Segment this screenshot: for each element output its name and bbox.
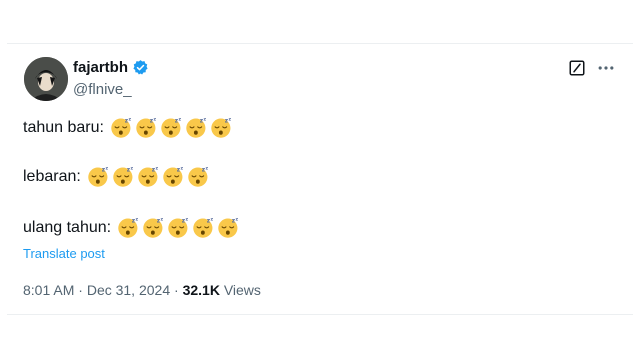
sleeping-face-icon <box>217 216 240 239</box>
sleeping-face-icon <box>87 165 110 188</box>
sleeping-face-icon <box>185 116 208 139</box>
post-card: fajartbh @flnive_ tahun baru: lebaran: u… <box>7 43 633 315</box>
translate-post-link[interactable]: Translate post <box>23 246 105 261</box>
sleeping-face-icon <box>117 216 140 239</box>
sleeping-face-icon <box>112 165 135 188</box>
avatar-image <box>24 57 68 101</box>
sleeping-face-emoji-group <box>110 116 233 139</box>
sleeping-face-icon <box>160 116 183 139</box>
sleeping-face-icon <box>167 216 190 239</box>
post-text-label: tahun baru: <box>23 118 104 136</box>
grok-icon[interactable] <box>568 59 586 77</box>
sleeping-face-icon <box>192 216 215 239</box>
post-text-label: ulang tahun: <box>23 218 112 236</box>
views-count[interactable]: 32.1K <box>183 282 220 298</box>
post-text-label: lebaran: <box>23 167 81 185</box>
author-display-name[interactable]: fajartbh <box>73 59 128 76</box>
sleeping-face-icon <box>137 165 160 188</box>
post-metadata: 8:01 AM · Dec 31, 2024 · 32.1K Views <box>23 282 261 298</box>
meta-separator: · <box>174 282 179 298</box>
more-options-icon[interactable] <box>596 58 616 78</box>
post-text-line: lebaran: <box>23 165 210 188</box>
post-text-line: tahun baru: <box>23 116 233 139</box>
sleeping-face-icon <box>135 116 158 139</box>
post-time[interactable]: 8:01 AM <box>23 282 74 298</box>
sleeping-face-emoji-group <box>117 216 240 239</box>
verified-badge-icon[interactable] <box>132 59 149 76</box>
author-name-row: fajartbh <box>73 59 149 76</box>
sleeping-face-emoji-group <box>87 165 210 188</box>
sleeping-face-icon <box>142 216 165 239</box>
sleeping-face-icon <box>110 116 133 139</box>
sleeping-face-icon <box>187 165 210 188</box>
post-date[interactable]: Dec 31, 2024 <box>87 282 170 298</box>
post-text-line: ulang tahun: <box>23 216 240 239</box>
author-handle[interactable]: @flnive_ <box>73 81 132 98</box>
meta-separator: · <box>78 282 83 298</box>
sleeping-face-icon <box>210 116 233 139</box>
sleeping-face-icon <box>162 165 185 188</box>
views-label: Views <box>223 282 261 298</box>
avatar[interactable] <box>24 57 68 101</box>
